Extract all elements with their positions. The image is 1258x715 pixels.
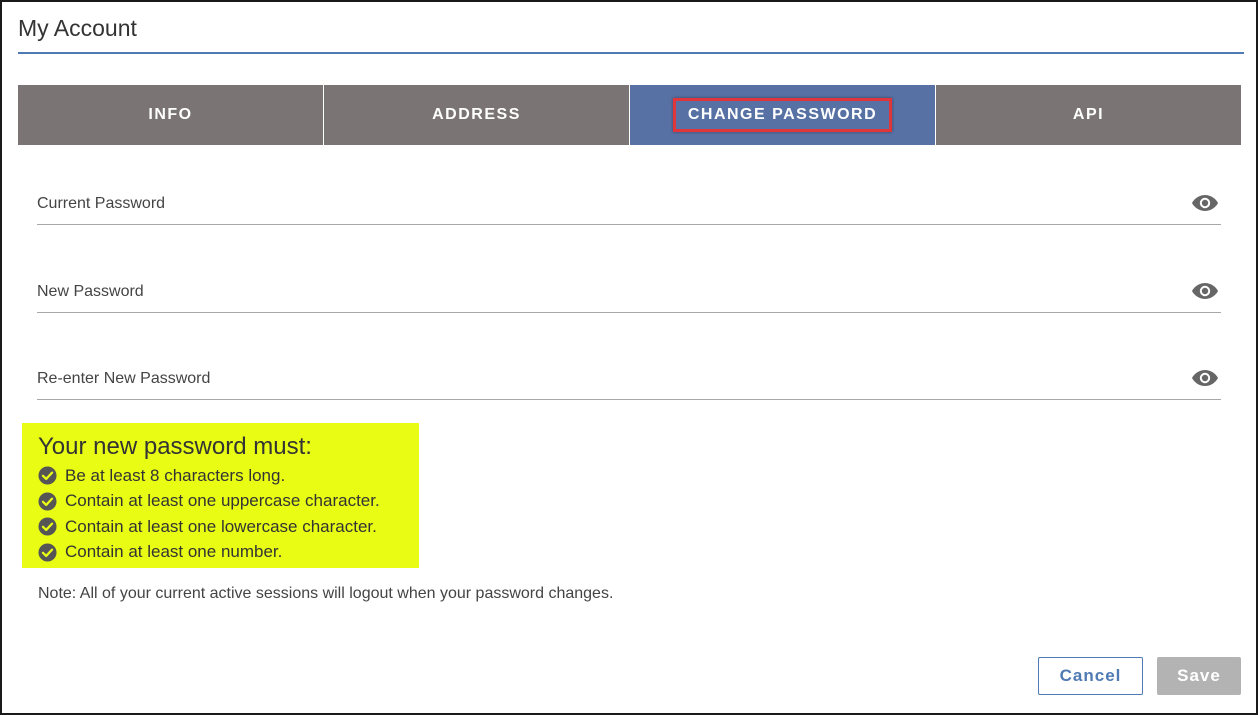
tab-info-label: INFO xyxy=(148,106,193,123)
tab-address-label: ADDRESS xyxy=(432,106,521,123)
eye-icon[interactable] xyxy=(1191,281,1219,301)
tab-api[interactable]: API xyxy=(936,85,1241,145)
current-password-input[interactable] xyxy=(37,185,1177,223)
requirement-text: Be at least 8 characters long. xyxy=(65,465,286,485)
tab-change-password[interactable]: CHANGE PASSWORD xyxy=(630,85,936,145)
reenter-password-field: Re-enter New Password xyxy=(37,360,1221,400)
requirements-title: Your new password must: xyxy=(38,433,312,460)
requirement-item: Contain at least one number. xyxy=(38,540,419,566)
tab-bar: INFO ADDRESS CHANGE PASSWORD API xyxy=(18,85,1241,145)
requirement-item: Contain at least one lowercase character… xyxy=(38,514,419,540)
tab-change-password-label: CHANGE PASSWORD xyxy=(672,98,893,132)
new-password-field: New Password xyxy=(37,273,1221,313)
check-circle-icon xyxy=(38,543,57,562)
save-button[interactable]: Save xyxy=(1157,657,1241,695)
requirement-text: Contain at least one lowercase character… xyxy=(65,516,377,536)
requirement-text: Contain at least one number. xyxy=(65,542,283,562)
check-circle-icon xyxy=(38,466,57,485)
tab-info[interactable]: INFO xyxy=(18,85,324,145)
tab-address[interactable]: ADDRESS xyxy=(324,85,630,145)
check-circle-icon xyxy=(38,492,57,511)
eye-icon[interactable] xyxy=(1191,193,1219,213)
eye-icon[interactable] xyxy=(1191,368,1219,388)
account-panel: My Account INFO ADDRESS CHANGE PASSWORD … xyxy=(0,0,1258,715)
requirement-item: Be at least 8 characters long. xyxy=(38,463,419,489)
check-circle-icon xyxy=(38,517,57,536)
cancel-button[interactable]: Cancel xyxy=(1038,657,1143,695)
requirement-item: Contain at least one uppercase character… xyxy=(38,489,419,515)
requirement-text: Contain at least one uppercase character… xyxy=(65,491,380,511)
reenter-password-input[interactable] xyxy=(37,360,1177,398)
tab-api-label: API xyxy=(1072,106,1105,123)
new-password-input[interactable] xyxy=(37,273,1177,311)
session-logout-note: Note: All of your current active session… xyxy=(38,585,614,602)
current-password-field: Current Password xyxy=(37,185,1221,225)
page-header: My Account xyxy=(18,14,1244,54)
password-requirements: Your new password must: Be at least 8 ch… xyxy=(22,423,419,568)
page-title: My Account xyxy=(18,15,137,41)
